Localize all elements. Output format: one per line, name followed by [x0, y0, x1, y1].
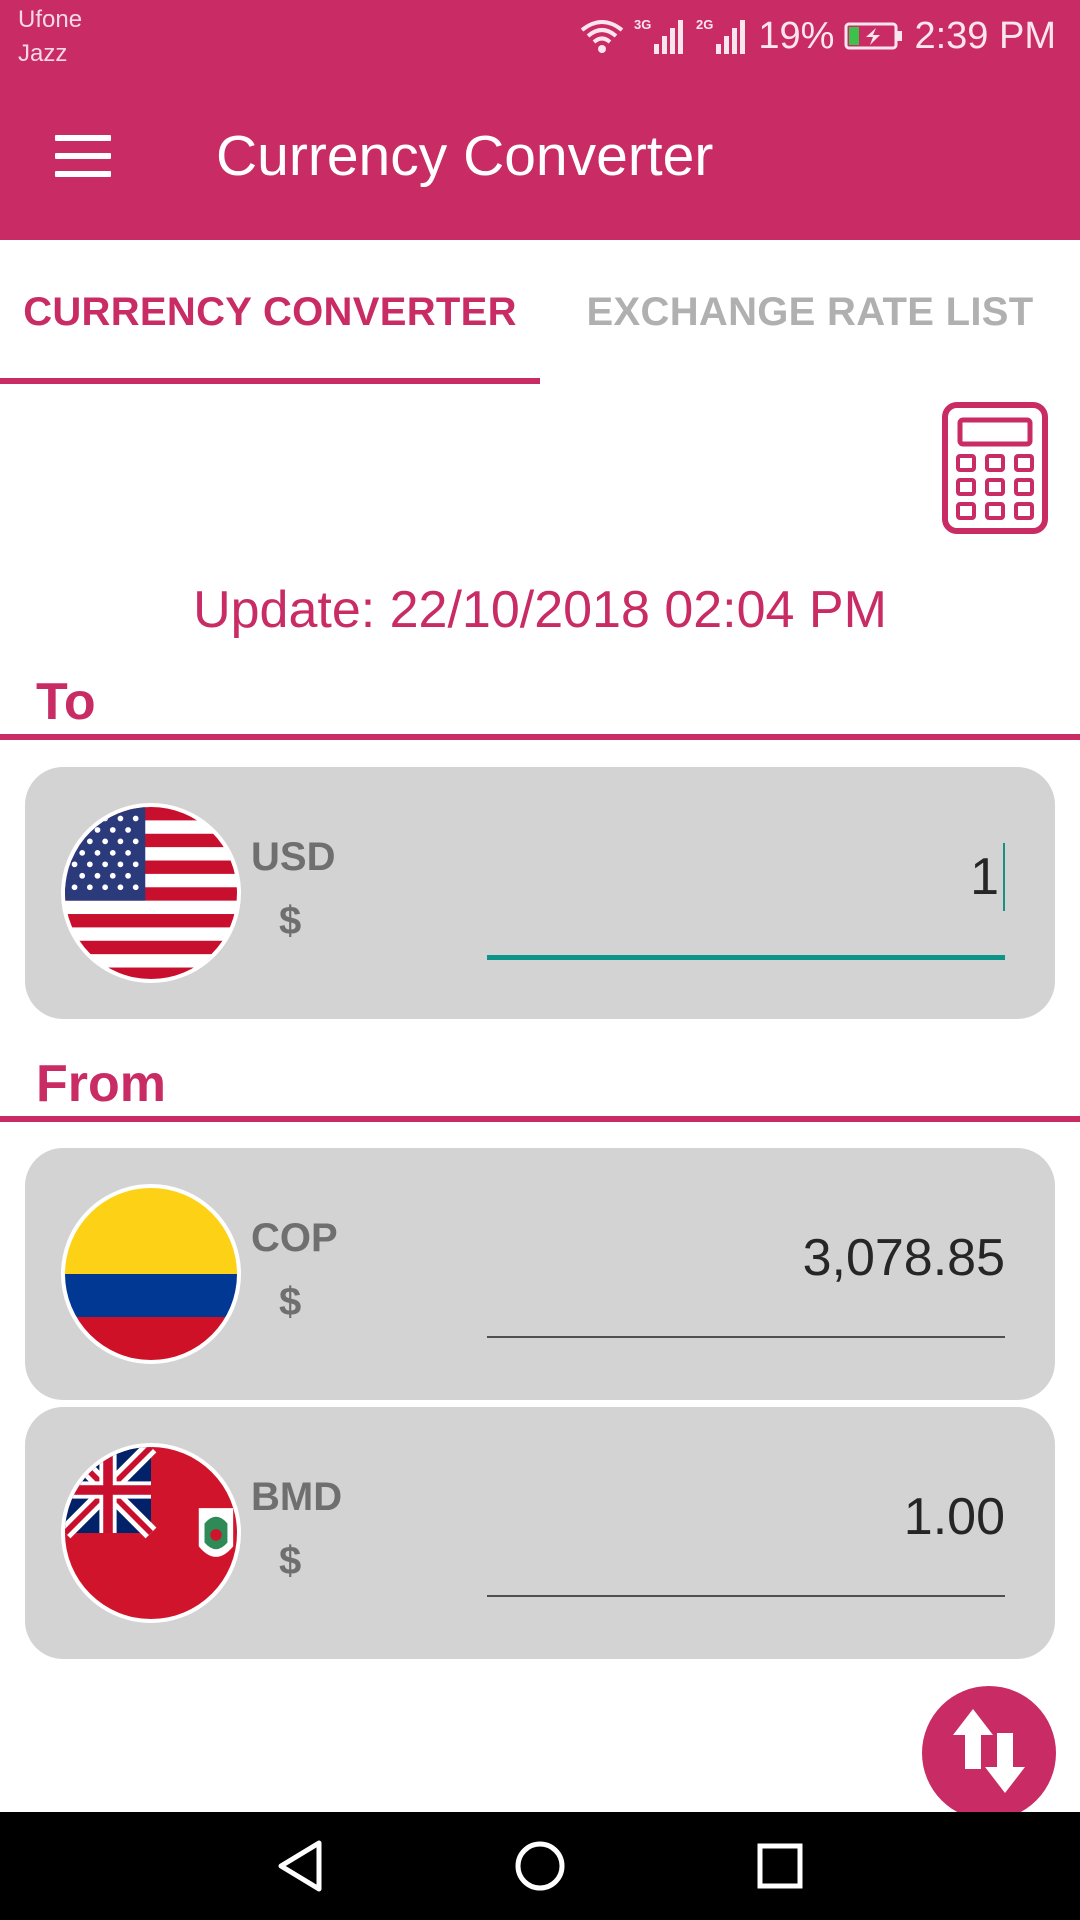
- home-circle-icon[interactable]: [500, 1836, 580, 1896]
- last-update-timestamp: Update: 22/10/2018 02:04 PM: [193, 581, 887, 639]
- clock-time: 2:39 PM: [914, 14, 1056, 57]
- text-cursor: [1003, 843, 1005, 911]
- tab-exchange-rate-list[interactable]: EXCHANGE RATE LIST: [540, 240, 1080, 384]
- from-currency-card-bmd[interactable]: BMD $ 1.00: [25, 1407, 1055, 1659]
- currency-code: BMD: [251, 1475, 343, 1519]
- status-bar: Ufone Jazz 3G 2G 19% 2:39 PM: [0, 0, 1080, 72]
- carrier-name-1: Ufone: [18, 6, 83, 33]
- swap-currencies-button[interactable]: [922, 1686, 1056, 1820]
- from-section-divider: [0, 1116, 1080, 1122]
- bmd-amount-input[interactable]: 1.00: [487, 1467, 1005, 1567]
- colombia-flag-icon[interactable]: [61, 1184, 241, 1364]
- network-type-2: 2G: [696, 17, 713, 32]
- to-section-divider: [0, 734, 1080, 740]
- tab-indicator: [0, 378, 540, 384]
- currency-symbol: $: [279, 1280, 302, 1324]
- status-indicators: 3G 2G 19% 2:39 PM: [580, 12, 1056, 60]
- carrier-name-2: Jazz: [18, 40, 68, 67]
- currency-symbol: $: [279, 1539, 302, 1583]
- to-currency-card[interactable]: USD $ 1: [25, 767, 1055, 1019]
- swap-arrows-icon: [951, 1707, 1027, 1800]
- app-screen: Ufone Jazz 3G 2G 19% 2:39 PM Currency Co…: [0, 0, 1080, 1920]
- currency-code: USD: [251, 835, 336, 879]
- to-amount-underline: [487, 955, 1005, 960]
- cell-signal-icon-2: 2G: [696, 16, 748, 56]
- currency-symbol: $: [279, 899, 302, 943]
- back-triangle-icon[interactable]: [260, 1836, 340, 1896]
- tab-currency-converter[interactable]: CURRENCY CONVERTER: [0, 240, 540, 384]
- bermuda-flag-icon[interactable]: [61, 1443, 241, 1623]
- cop-amount-underline: [487, 1336, 1005, 1338]
- hamburger-menu-icon[interactable]: [40, 120, 128, 192]
- cop-amount-value: 3,078.85: [802, 1229, 1005, 1287]
- cell-signal-icon-1: 3G: [634, 16, 686, 56]
- currency-code: COP: [251, 1216, 338, 1260]
- recents-square-icon[interactable]: [740, 1836, 820, 1896]
- to-amount-input[interactable]: 1: [487, 827, 1005, 927]
- system-nav-bar: [0, 1812, 1080, 1920]
- wifi-icon: [580, 18, 624, 54]
- battery-charging-icon: [844, 21, 904, 51]
- to-amount-value: 1: [970, 848, 999, 906]
- app-title: Currency Converter: [216, 124, 714, 188]
- cop-amount-input[interactable]: 3,078.85: [487, 1208, 1005, 1308]
- bmd-amount-underline: [487, 1595, 1005, 1597]
- bmd-amount-value: 1.00: [903, 1488, 1005, 1546]
- tab-bar: CURRENCY CONVERTER EXCHANGE RATE LIST: [0, 240, 1080, 384]
- us-flag-icon[interactable]: [61, 803, 241, 983]
- network-type-1: 3G: [634, 17, 651, 32]
- from-section-label: From: [36, 1055, 166, 1113]
- calculator-icon[interactable]: [942, 402, 1048, 534]
- to-section-label: To: [36, 673, 96, 731]
- app-bar: Currency Converter: [0, 72, 1080, 240]
- from-currency-card-cop[interactable]: COP $ 3,078.85: [25, 1148, 1055, 1400]
- battery-percent: 19%: [758, 14, 835, 57]
